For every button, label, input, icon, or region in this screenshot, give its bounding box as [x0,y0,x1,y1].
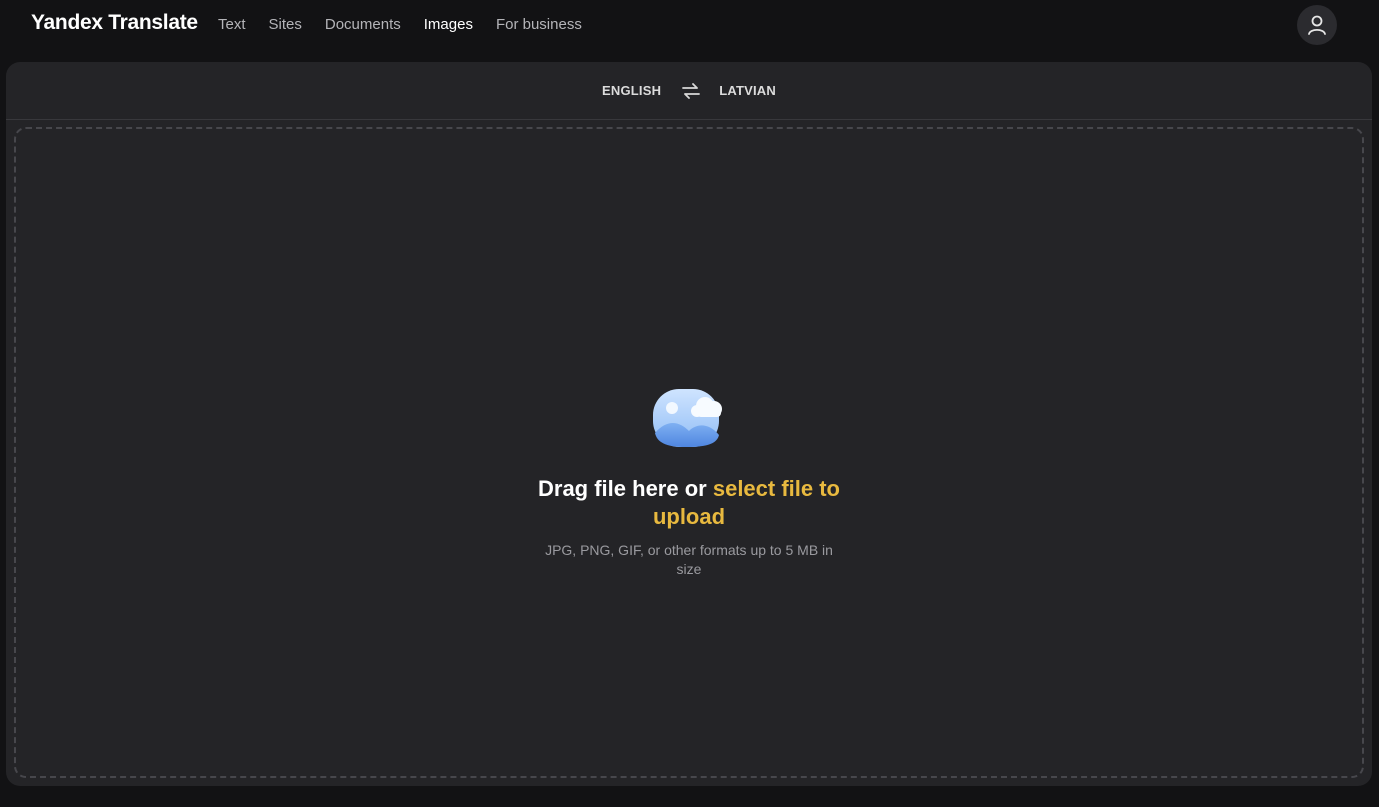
image-upload-icon [653,389,722,447]
user-icon [1308,15,1326,35]
target-language-button[interactable]: LATVIAN [719,83,776,98]
file-drop-zone[interactable]: Drag file here or select file to upload … [14,127,1364,778]
supported-formats-hint: JPG, PNG, GIF, or other formats up to 5 … [545,542,833,577]
nav-text[interactable]: Text [218,16,246,33]
account-button[interactable] [1297,5,1337,45]
nav-documents[interactable]: Documents [325,16,401,33]
main-nav: Text Sites Documents Images For business [218,16,582,33]
source-language-button[interactable]: ENGLISH [602,83,661,98]
drop-zone-title: Drag file here or select file to upload [529,475,849,531]
translate-panel: ENGLISH LATVIAN Drag file here or select… [6,62,1372,786]
language-bar: ENGLISH LATVIAN [6,62,1372,120]
nav-sites[interactable]: Sites [269,16,302,33]
swap-languages-button[interactable] [681,81,701,101]
drop-zone-content: Drag file here or select file to upload … [16,385,1362,579]
top-bar: Yandex Translate Text Sites Documents Im… [0,0,1379,52]
brand-logo[interactable]: Yandex Translate [31,11,198,35]
nav-for-business[interactable]: For business [496,16,582,33]
nav-images[interactable]: Images [424,16,473,33]
drop-zone-title-text: Drag file here or [538,476,713,501]
swap-arrows-icon [682,82,701,99]
